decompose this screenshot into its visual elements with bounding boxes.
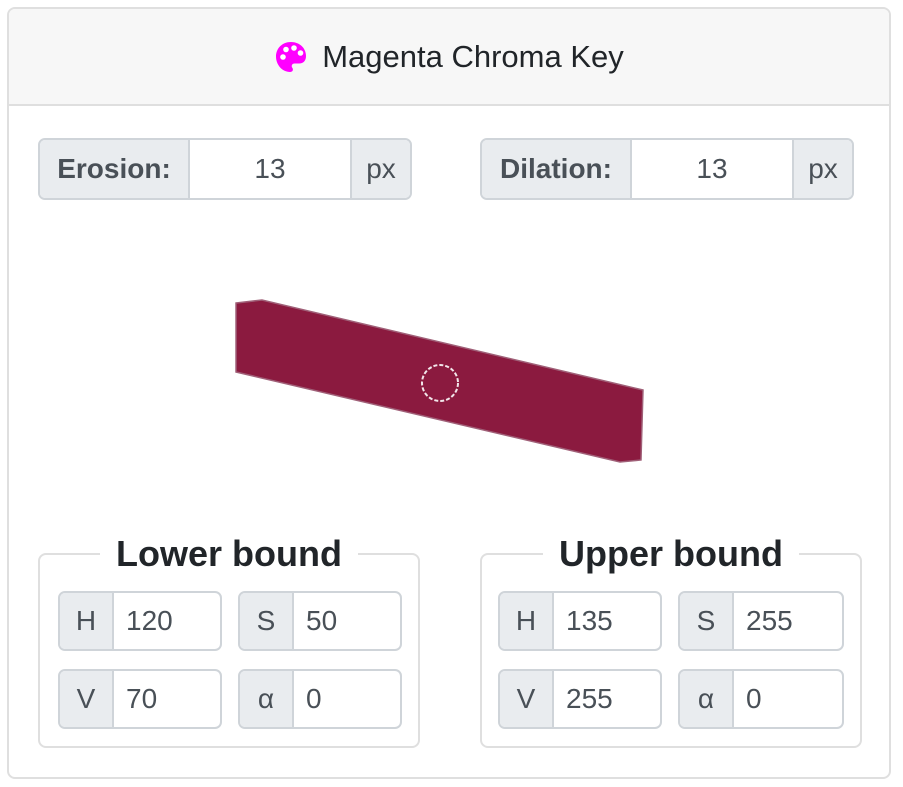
lower-v-input[interactable]: 70 bbox=[114, 671, 220, 727]
upper-h-label: H bbox=[500, 593, 554, 649]
upper-h-input[interactable]: 135 bbox=[554, 593, 660, 649]
lower-h-input[interactable]: 120 bbox=[114, 593, 220, 649]
dilation-unit: px bbox=[794, 140, 852, 198]
lower-s-input-group: S 50 bbox=[238, 591, 402, 651]
upper-h-input-group: H 135 bbox=[498, 591, 662, 651]
erosion-input-group: Erosion: 13 px bbox=[38, 138, 412, 200]
lower-alpha-input-group: α 0 bbox=[238, 669, 402, 729]
lower-s-input[interactable]: 50 bbox=[294, 593, 400, 649]
upper-v-input[interactable]: 255 bbox=[554, 671, 660, 727]
lower-bound-legend: Lower bound bbox=[116, 533, 342, 574]
lower-v-label: V bbox=[60, 671, 114, 727]
upper-s-input[interactable]: 255 bbox=[734, 593, 842, 649]
dilation-input[interactable]: 13 bbox=[630, 140, 794, 198]
upper-v-label: V bbox=[500, 671, 554, 727]
upper-alpha-input[interactable]: 0 bbox=[734, 671, 842, 727]
upper-s-input-group: S 255 bbox=[678, 591, 844, 651]
dilation-input-group: Dilation: 13 px bbox=[480, 138, 854, 200]
erosion-label: Erosion: bbox=[40, 140, 188, 198]
lower-alpha-label: α bbox=[240, 671, 294, 727]
lower-v-input-group: V 70 bbox=[58, 669, 222, 729]
palette-icon bbox=[274, 40, 308, 74]
upper-s-label: S bbox=[680, 593, 734, 649]
lower-s-label: S bbox=[240, 593, 294, 649]
lower-h-label: H bbox=[60, 593, 114, 649]
upper-bound-legend: Upper bound bbox=[559, 533, 783, 574]
lower-h-input-group: H 120 bbox=[58, 591, 222, 651]
lower-alpha-input[interactable]: 0 bbox=[294, 671, 400, 727]
erosion-input[interactable]: 13 bbox=[188, 140, 352, 198]
card-header: Magenta Chroma Key bbox=[9, 9, 889, 106]
upper-alpha-label: α bbox=[680, 671, 734, 727]
upper-alpha-input-group: α 0 bbox=[678, 669, 844, 729]
erosion-unit: px bbox=[352, 140, 410, 198]
dilation-label: Dilation: bbox=[482, 140, 630, 198]
card-title: Magenta Chroma Key bbox=[322, 38, 624, 74]
upper-v-input-group: V 255 bbox=[498, 669, 662, 729]
